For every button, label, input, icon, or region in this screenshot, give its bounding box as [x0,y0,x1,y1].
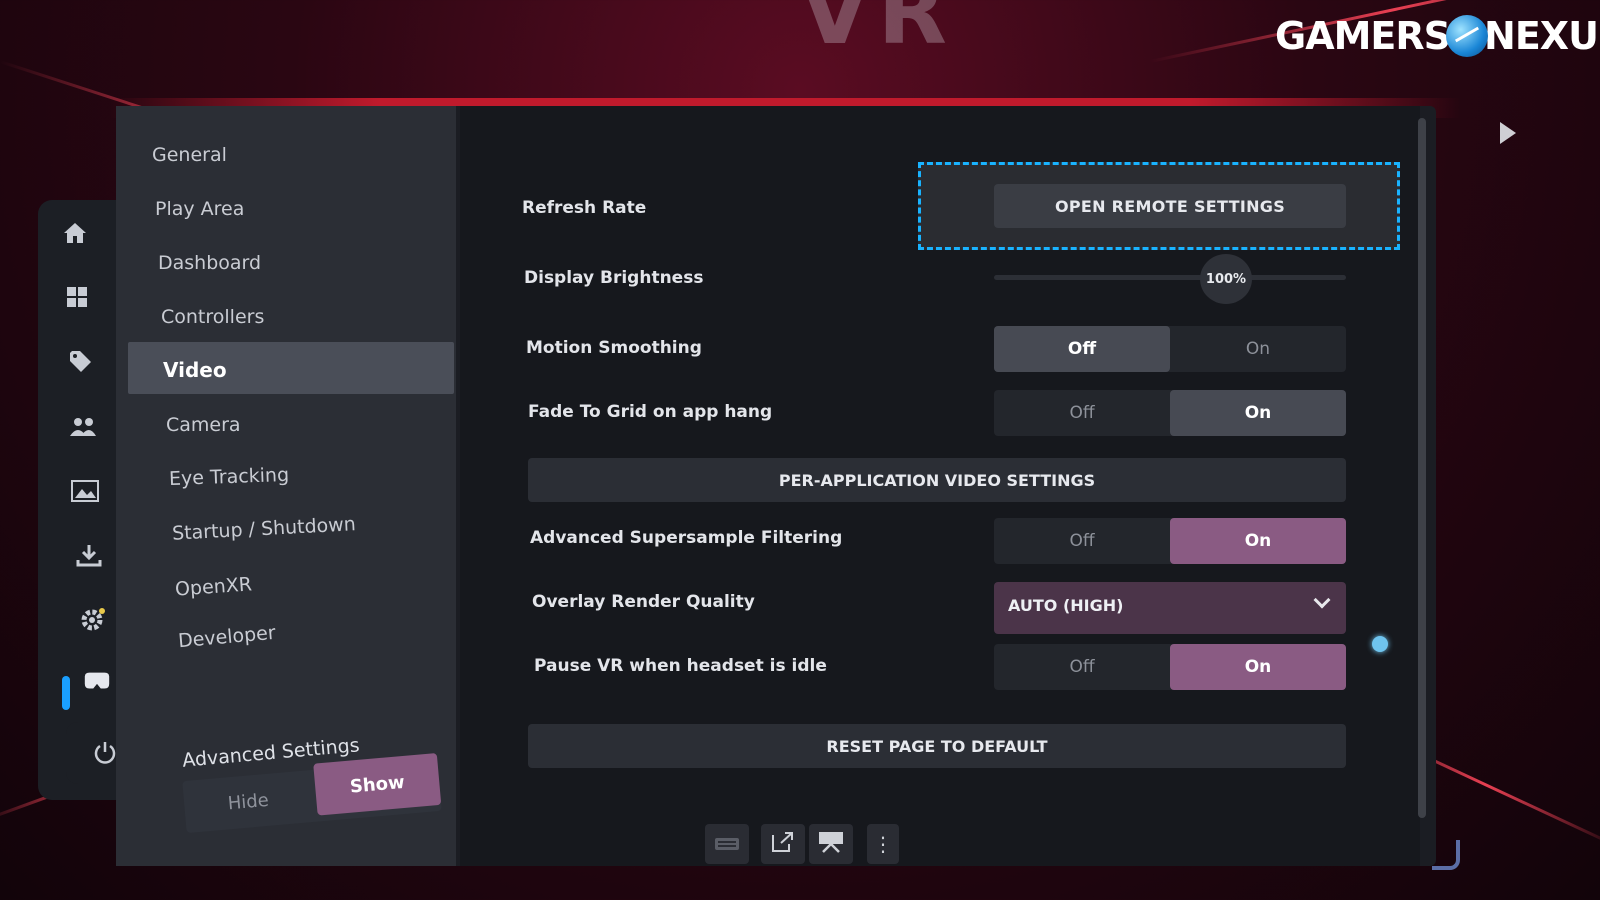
keyboard-icon [714,832,740,856]
active-indicator [62,676,70,710]
keyboard-button[interactable] [705,824,749,864]
overlay-render-quality-label: Overlay Render Quality [532,592,755,612]
motion-smoothing-on[interactable]: On [1170,326,1346,372]
external-window-button[interactable] [761,824,805,864]
fade-to-grid-toggle: Off On [994,390,1346,436]
sidebar-item-play-area[interactable]: Play Area [155,198,244,220]
brightness-slider-track[interactable] [994,275,1346,280]
external-window-icon [771,831,795,858]
open-remote-settings-button[interactable]: OPEN REMOTE SETTINGS [994,184,1346,228]
sidebar-item-controllers[interactable]: Controllers [161,306,264,328]
sidebar-item-general[interactable]: General [152,144,227,166]
download-icon[interactable] [74,540,104,570]
pause-vr-toggle: Off On [994,644,1346,690]
overlay-render-quality-dropdown[interactable]: AUTO (HIGH) [994,582,1346,634]
sidebar-item-video[interactable]: Video [163,358,227,382]
supersample-filtering-off[interactable]: Off [994,518,1170,564]
sidebar-item-dashboard[interactable]: Dashboard [158,252,261,274]
pause-vr-on[interactable]: On [1170,644,1346,690]
overlay-render-quality-value: AUTO (HIGH) [1008,596,1124,615]
content-scrollbar[interactable] [1418,118,1426,818]
refresh-rate-label: Refresh Rate [522,198,647,218]
fade-to-grid-off[interactable]: Off [994,390,1170,436]
globe-icon [1446,15,1489,57]
supersample-filtering-on[interactable]: On [1170,518,1346,564]
tag-icon[interactable] [66,346,96,376]
background-vr-text: VR [800,0,955,65]
desktop-button[interactable] [809,824,853,864]
fade-to-grid-on[interactable]: On [1170,390,1346,436]
advanced-hide-option[interactable]: Hide [182,770,314,833]
grid-icon[interactable] [62,282,92,312]
desktop-icon [818,831,844,858]
sidebar-item-eye-tracking[interactable]: Eye Tracking [169,464,290,490]
more-options-button[interactable]: ⋮ [867,824,899,864]
gamers-nexus-logo: GAMERS NEXUS [1275,14,1600,58]
settings-icon[interactable] [78,604,108,634]
headset-icon[interactable] [82,666,112,696]
display-brightness-label: Display Brightness [524,268,704,288]
reset-page-to-default-button[interactable]: RESET PAGE TO DEFAULT [528,724,1346,768]
motion-smoothing-toggle: Off On [994,326,1346,372]
fade-to-grid-label: Fade To Grid on app hang [528,402,773,422]
chevron-down-icon [1313,591,1331,609]
bottom-toolbar: ⋮ [705,824,925,868]
logo-text-left: GAMERS [1275,14,1451,58]
motion-smoothing-label: Motion Smoothing [526,338,702,358]
advanced-show-option[interactable]: Show [313,752,442,816]
brightness-slider-knob[interactable]: 100% [1200,254,1252,304]
media-icon[interactable] [70,476,100,506]
supersample-filtering-toggle: Off On [994,518,1346,564]
supersample-filtering-label: Advanced Supersample Filtering [530,528,843,548]
pause-vr-off[interactable]: Off [994,644,1170,690]
resize-handle[interactable] [1432,840,1460,870]
sidebar-item-camera[interactable]: Camera [166,414,241,436]
more-icon: ⋮ [873,832,893,856]
pointer-cursor-dot [1372,636,1388,652]
logo-text-right: NEXUS [1484,14,1600,58]
home-icon[interactable] [60,218,90,248]
motion-smoothing-off[interactable]: Off [994,326,1170,372]
pause-vr-label: Pause VR when headset is idle [534,656,827,676]
friends-icon[interactable] [68,412,98,442]
play-icon[interactable] [1500,122,1516,144]
per-application-video-settings-button[interactable]: PER-APPLICATION VIDEO SETTINGS [528,458,1346,502]
